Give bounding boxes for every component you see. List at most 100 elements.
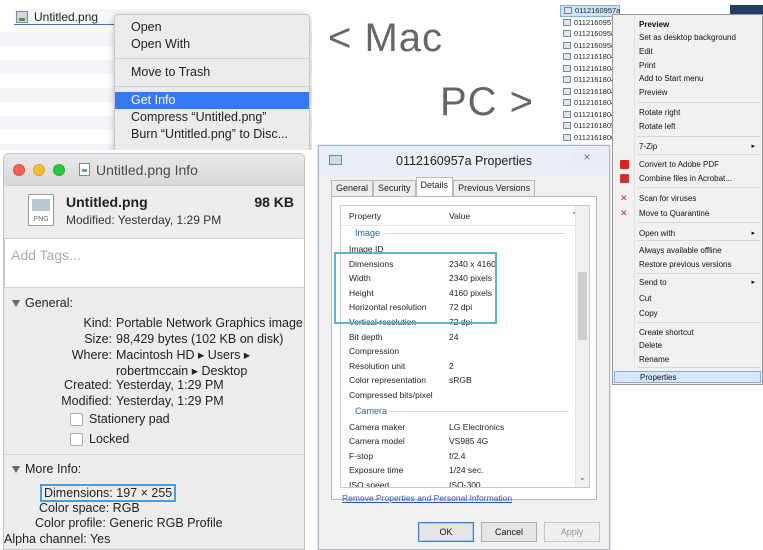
detail-row[interactable]: Compressed bits/pixel: [341, 388, 577, 402]
ok-button[interactable]: OK: [418, 522, 474, 542]
property-value: VS985 4G: [449, 436, 489, 447]
win-menu-label: 7-Zip: [639, 142, 658, 151]
info-value: Macintosh HD ▸ Users ▸: [116, 348, 251, 362]
image-file-icon: [563, 64, 571, 72]
detail-row[interactable]: Color representation sRGB: [341, 373, 577, 387]
details-list[interactable]: Property Value ⌃ ⌄ ImageImage IDDimensio…: [340, 205, 590, 488]
mac-menu-item[interactable]: Open With: [115, 36, 309, 53]
cancel-button[interactable]: Cancel: [481, 522, 537, 542]
mac-menu-item[interactable]: Get Info: [115, 92, 309, 109]
win-menu-item[interactable]: Add to Start menu: [639, 73, 761, 85]
chevron-down-icon[interactable]: ⌄: [579, 473, 586, 482]
detail-row[interactable]: F-stop f/2.4: [341, 449, 577, 463]
info-value: Portable Network Graphics image: [116, 316, 303, 330]
mac-menu-item[interactable]: Burn “Untitled.png” to Disc...: [115, 126, 309, 143]
info-value: 197 × 255: [116, 486, 173, 500]
win-menu-item[interactable]: Rotate left: [639, 121, 761, 133]
explorer-file-row[interactable]: 0112160957a: [560, 5, 620, 17]
win-menu-item[interactable]: Always available offline: [639, 245, 761, 257]
detail-row[interactable]: Resolution unit 2: [341, 359, 577, 373]
info-file-name: Untitled.png: [66, 194, 148, 210]
explorer-file-row[interactable]: 0112160957: [560, 17, 620, 29]
detail-row[interactable]: Bit depth 24: [341, 330, 577, 344]
detail-row[interactable]: Camera maker LG Electronics: [341, 420, 577, 434]
value-column-header[interactable]: Value: [449, 211, 470, 221]
explorer-file-row[interactable]: 0112161804: [560, 63, 620, 75]
win-menu-item[interactable]: Combine files in Acrobat...: [639, 173, 761, 185]
dimensions-highlight-box: [334, 252, 497, 324]
explorer-file-row[interactable]: 0112161804: [560, 109, 620, 121]
win-properties-dialog: 0112160957a Properties × General Security…: [318, 145, 610, 550]
detail-row[interactable]: Exposure time 1/24 sec.: [341, 463, 577, 477]
property-column-header[interactable]: Property: [349, 211, 381, 221]
win-menu-item[interactable]: Copy: [639, 308, 761, 320]
tab-general[interactable]: General: [331, 180, 374, 196]
info-key: Created:: [64, 378, 112, 392]
mac-context-menu: Open Open With Move to Trash Get Info Compre…: [114, 14, 310, 150]
checkbox-box[interactable]: [70, 432, 83, 446]
scrollbar-thumb[interactable]: [578, 272, 587, 340]
win-menu-item[interactable]: Properties: [614, 371, 761, 383]
detail-row[interactable]: ISO speed ISO-300: [341, 478, 577, 487]
detail-row[interactable]: Camera model VS985 4G: [341, 434, 577, 448]
win-menu-item[interactable]: Set as desktop background: [639, 32, 761, 44]
explorer-file-row[interactable]: 0112161806: [560, 132, 620, 144]
detail-row[interactable]: Compression: [341, 344, 577, 358]
close-window-icon[interactable]: [13, 163, 25, 176]
details-scrollbar[interactable]: ⌄: [575, 206, 589, 487]
win-menu-item[interactable]: Preview: [639, 19, 761, 31]
tab-previous-versions[interactable]: Previous Versions: [453, 180, 536, 196]
png-file-icon: PNG: [28, 194, 54, 226]
win-menu-item[interactable]: Rename: [639, 354, 761, 366]
explorer-file-row[interactable]: 0112161804: [560, 97, 620, 109]
more-info-row: Alpha channel: Yes: [4, 532, 110, 546]
mac-menu-item[interactable]: Move to Trash: [115, 64, 309, 81]
zoom-window-icon[interactable]: [53, 163, 65, 176]
win-menu-label: Create shortcut: [639, 328, 694, 337]
win-menu-item[interactable]: Edit: [639, 46, 761, 58]
win-menu-item[interactable]: Convert to Adobe PDF: [639, 159, 761, 171]
general-section-label: General:: [25, 296, 73, 310]
more-info-section-toggle[interactable]: More Info:: [12, 462, 81, 476]
disclosure-triangle-icon[interactable]: [12, 465, 20, 473]
stationery-pad-checkbox[interactable]: Stationery pad: [70, 412, 170, 426]
win-menu-item[interactable]: Move to Quarantine: [639, 208, 761, 220]
win-menu-item[interactable]: Open with ▸: [639, 228, 761, 240]
stationery-label: Stationery pad: [89, 412, 170, 426]
explorer-file-row[interactable]: 0112161805: [560, 120, 620, 132]
menu-separator: [637, 367, 761, 368]
win-menu-item[interactable]: 7-Zip ▸: [639, 141, 761, 153]
win-menu-item[interactable]: Cut: [639, 293, 761, 305]
win-menu-item[interactable]: Create shortcut: [639, 327, 761, 339]
property-name: Camera model: [349, 436, 405, 447]
explorer-file-row[interactable]: 0112160958: [560, 40, 620, 52]
submenu-arrow-icon: ▸: [751, 143, 755, 150]
general-section-toggle[interactable]: General:: [12, 296, 73, 310]
win-menu-item[interactable]: Rotate right: [639, 107, 761, 119]
locked-checkbox[interactable]: Locked: [70, 432, 129, 446]
mac-menu-item[interactable]: Compress “Untitled.png”: [115, 109, 309, 126]
win-menu-item[interactable]: Preview: [639, 87, 761, 99]
tab-security[interactable]: Security: [373, 180, 416, 196]
remove-properties-link[interactable]: Remove Properties and Personal Informati…: [342, 493, 512, 503]
minimize-window-icon[interactable]: [33, 163, 45, 176]
mac-menu-item[interactable]: Open: [115, 19, 309, 36]
general-info-row: Kind: Portable Network Graphics image: [4, 316, 303, 330]
explorer-file-row[interactable]: 0112161804: [560, 51, 620, 63]
close-button[interactable]: ×: [573, 148, 601, 166]
win-menu-item[interactable]: Print: [639, 60, 761, 72]
file-header: PNG Untitled.png 98 KB Modified: Yesterd…: [4, 186, 304, 236]
win-menu-item[interactable]: Send to ▸: [639, 277, 761, 289]
apply-button[interactable]: Apply: [544, 522, 600, 542]
win-menu-item[interactable]: Scan for viruses: [639, 193, 761, 205]
tab-details[interactable]: Details: [415, 177, 454, 196]
explorer-file-row[interactable]: 0112161804: [560, 74, 620, 86]
disclosure-triangle-icon[interactable]: [12, 299, 20, 307]
info-value: Yesterday, 1:29 PM: [116, 394, 224, 408]
tags-input[interactable]: Add Tags...: [4, 238, 304, 288]
explorer-file-row[interactable]: 0112160958: [560, 28, 620, 40]
explorer-file-row[interactable]: 0112161804: [560, 86, 620, 98]
checkbox-box[interactable]: [70, 412, 83, 426]
win-menu-item[interactable]: Delete: [639, 340, 761, 352]
win-menu-item[interactable]: Restore previous versions: [639, 259, 761, 271]
